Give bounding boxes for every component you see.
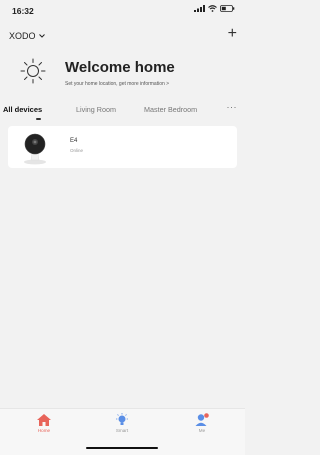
welcome-subtitle[interactable]: Set your home location, get more informa… bbox=[65, 81, 169, 87]
tab-master-bedroom[interactable]: Master Bedroom bbox=[144, 105, 197, 114]
status-icons bbox=[194, 5, 235, 12]
home-selector[interactable]: XODO bbox=[9, 31, 45, 41]
welcome-title: Welcome home bbox=[65, 59, 175, 76]
status-time: 16:32 bbox=[12, 6, 34, 16]
home-name: XODO bbox=[9, 31, 36, 41]
tab-home[interactable]: Home bbox=[24, 413, 64, 441]
status-bar: 16:32 bbox=[0, 0, 245, 22]
battery-icon bbox=[220, 5, 235, 12]
add-device-button[interactable]: + bbox=[228, 26, 237, 42]
me-icon bbox=[195, 413, 209, 426]
tab-all-devices[interactable]: All devices bbox=[3, 105, 42, 114]
tab-me-label: Me bbox=[198, 428, 206, 433]
smart-icon bbox=[116, 413, 128, 425]
device-card[interactable]: E4 Online bbox=[8, 126, 237, 168]
room-tabs: All devices Living Room Master Bedroom ·… bbox=[0, 100, 245, 122]
tab-smart-label: Smart bbox=[115, 428, 129, 433]
welcome-banner[interactable]: Welcome home Set your home location, get… bbox=[20, 56, 240, 96]
signal-icon bbox=[194, 5, 205, 12]
device-status: Online bbox=[70, 148, 84, 153]
device-name: E4 bbox=[70, 138, 78, 144]
tab-home-label: Home bbox=[37, 428, 51, 433]
camera-icon bbox=[24, 133, 46, 165]
tab-living-room[interactable]: Living Room bbox=[76, 105, 116, 114]
more-tabs-button[interactable]: ··· bbox=[227, 102, 238, 112]
tab-me[interactable]: Me bbox=[182, 413, 222, 441]
active-tab-indicator bbox=[36, 118, 41, 120]
home-indicator bbox=[86, 446, 158, 449]
tab-smart[interactable]: Smart bbox=[102, 413, 142, 441]
sun-icon bbox=[20, 58, 46, 84]
wifi-icon bbox=[208, 5, 217, 12]
bottom-tab-bar: Home Smart Me bbox=[0, 408, 245, 455]
chevron-down-icon bbox=[38, 34, 45, 38]
home-icon bbox=[37, 414, 51, 426]
